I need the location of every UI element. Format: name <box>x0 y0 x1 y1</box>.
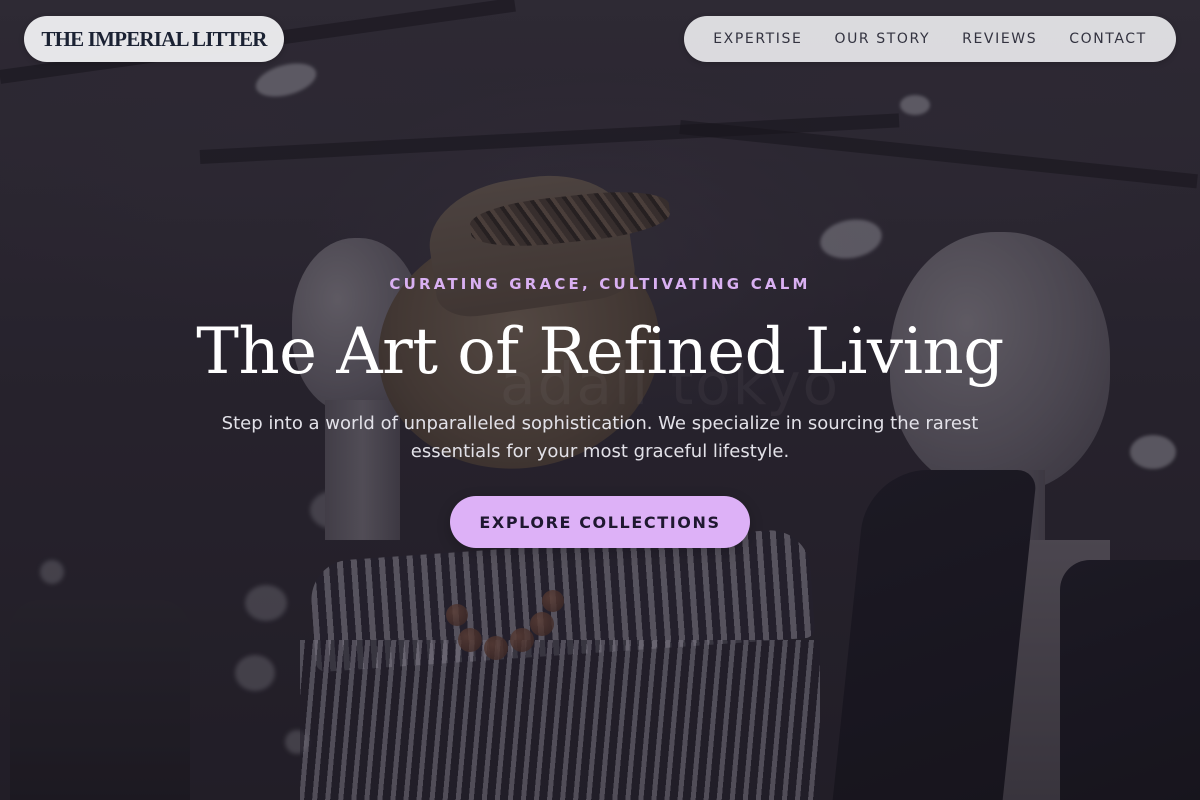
nav-link-expertise[interactable]: EXPERTISE <box>713 31 802 47</box>
hero-description: Step into a world of unparalleled sophis… <box>221 413 979 462</box>
nav-link-our-story[interactable]: OUR STORY <box>834 31 930 47</box>
logo-link[interactable]: THE IMPERIAL LITTER <box>24 16 284 62</box>
logo-text: THE IMPERIAL LITTER <box>41 26 267 51</box>
hero-section: adall tokyo THE IMPERIAL LITTER EXPERTIS… <box>0 0 1200 800</box>
hero-title: The Art of Refined Living <box>196 315 1004 389</box>
hero-eyebrow: CURATING GRACE, CULTIVATING CALM <box>389 275 811 293</box>
nav-link-reviews[interactable]: REVIEWS <box>962 31 1037 47</box>
nav-link-contact[interactable]: CONTACT <box>1069 31 1147 47</box>
main-nav: EXPERTISE OUR STORY REVIEWS CONTACT <box>684 16 1176 62</box>
hero-content: CURATING GRACE, CULTIVATING CALM The Art… <box>0 274 1200 548</box>
explore-collections-button[interactable]: EXPLORE COLLECTIONS <box>450 496 750 548</box>
